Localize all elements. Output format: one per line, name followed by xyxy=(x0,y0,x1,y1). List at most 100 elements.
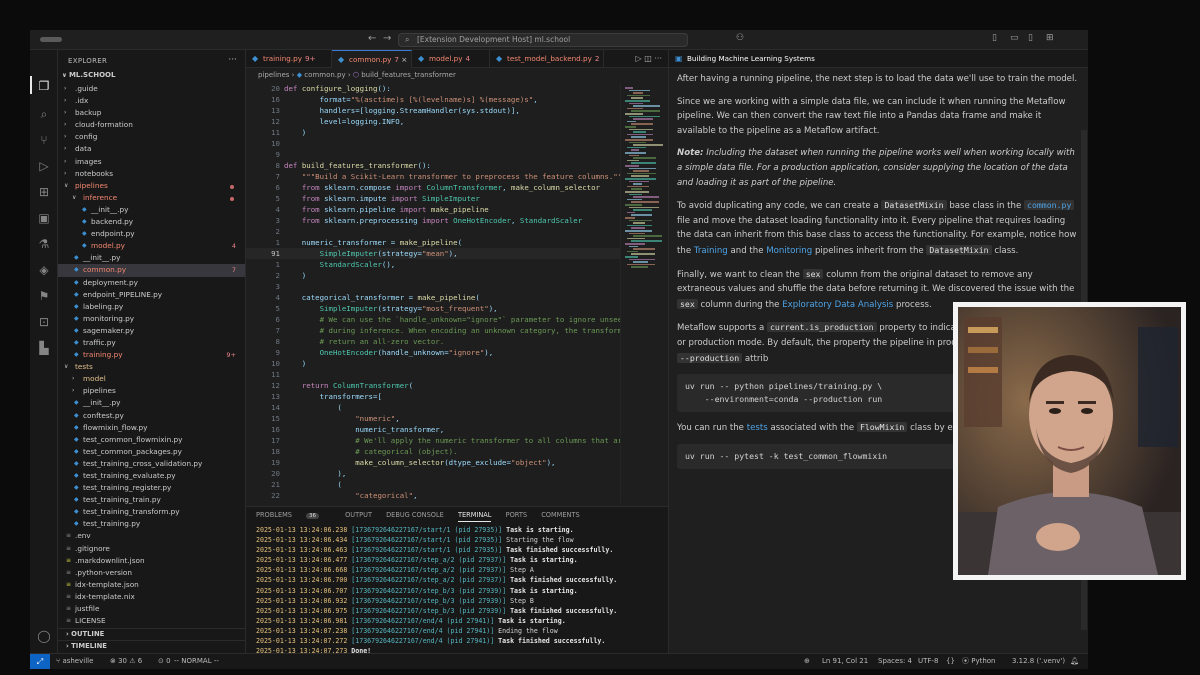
search-icon[interactable]: ⌕ xyxy=(36,106,52,122)
tab-terminal[interactable]: TERMINAL xyxy=(457,511,492,522)
file-item[interactable]: ◆ test_training_transform.py xyxy=(58,506,245,518)
code-line[interactable]: 4 from sklearn.pipeline import make_pipe… xyxy=(246,204,646,215)
notifications-icon[interactable]: 🔔︎ xyxy=(1070,654,1079,669)
explorer-icon[interactable]: ❐ xyxy=(36,78,52,94)
toggle-sidebar-icon[interactable]: ▯ xyxy=(992,33,997,43)
outline-section[interactable]: › OUTLINE xyxy=(58,628,245,640)
toggle-secondary-sidebar-icon[interactable]: ▯ xyxy=(1028,33,1033,43)
code-line[interactable]: 2 xyxy=(246,226,646,237)
problems-indicator[interactable]: ⊗ 30 ⚠ 6 xyxy=(110,654,142,669)
tab-test-model-backend[interactable]: ◆ test_model_backend.py 2 xyxy=(490,50,604,68)
file-item[interactable]: ≡ .python-version xyxy=(58,567,245,579)
file-item[interactable]: ≡ LICENSE xyxy=(58,615,245,627)
code-line[interactable]: 8 # return an all-zero vector. xyxy=(246,336,646,347)
more-icon[interactable]: ··· xyxy=(654,54,662,63)
code-line[interactable]: 16 format="%(asctime)s [%(levelname)s] %… xyxy=(246,94,646,105)
workspace-root[interactable]: ∨ ML.SCHOOL xyxy=(62,71,115,79)
database-icon[interactable]: ▙ xyxy=(36,340,52,356)
file-item[interactable]: ◆ __init__.py xyxy=(58,397,245,409)
code-line[interactable]: 6 from sklearn.compose import ColumnTran… xyxy=(246,182,646,193)
ports-indicator[interactable]: ⊙ 0 xyxy=(158,654,171,669)
code-line[interactable]: 2 ) xyxy=(246,270,646,281)
remote-indicator-icon[interactable]: ⤢ xyxy=(30,654,50,669)
code-line[interactable]: 11 ) xyxy=(246,127,646,138)
file-item[interactable]: ◆ __init__.py xyxy=(58,204,245,216)
code-line[interactable]: 91 SimpleImputer(strategy="mean"), xyxy=(246,248,646,259)
docker-icon[interactable]: ◈ xyxy=(36,262,52,278)
file-item[interactable]: ◆ deployment.py xyxy=(58,277,245,289)
file-item[interactable]: ◆ test_common_packages.py xyxy=(58,446,245,458)
toggle-panel-icon[interactable]: ▭ xyxy=(1010,33,1019,43)
python-interpreter[interactable]: 3.12.8 ('.venv') xyxy=(1012,654,1065,669)
cursor-position[interactable]: Ln 91, Col 21 xyxy=(822,654,868,669)
source-control-icon[interactable]: ⑂ xyxy=(36,132,52,148)
folder-item[interactable]: › .guide xyxy=(58,83,245,95)
code-line[interactable]: 19 make_column_selector(dtype_exclude="o… xyxy=(246,457,646,468)
command-center[interactable]: ⌕ [Extension Development Host] ml.school xyxy=(398,33,688,47)
code-area[interactable]: 20 def configure_logging(): 16 format="%(a… xyxy=(246,83,646,501)
code-line[interactable]: 8 def build_features_transformer(): xyxy=(246,160,646,171)
tab-ports[interactable]: PORTS xyxy=(506,511,527,519)
file-item[interactable]: ◆ training.py 9+ xyxy=(58,349,245,361)
code-line[interactable]: 14 ( xyxy=(246,402,646,413)
code-line[interactable]: 13 handlers=[logging.StreamHandler(sys.s… xyxy=(246,105,646,116)
link-eda[interactable]: Exploratory Data Analysis xyxy=(782,300,893,310)
tab-training[interactable]: ◆ training.py 9+ xyxy=(246,50,332,68)
code-line[interactable]: 10 xyxy=(246,138,646,149)
file-item[interactable]: ◆ endpoint.py xyxy=(58,228,245,240)
run-debug-icon[interactable]: ▷ xyxy=(36,158,52,174)
file-item[interactable]: ◆ endpoint_PIPELINE.py xyxy=(58,289,245,301)
bookmark-icon[interactable]: ⚑ xyxy=(36,288,52,304)
code-line[interactable]: 7 # during inference. When encoding an u… xyxy=(246,325,646,336)
close-tab-icon[interactable]: × xyxy=(401,55,407,64)
timeline-section[interactable]: › TIMELINE xyxy=(58,640,245,652)
code-line[interactable]: 10 ) xyxy=(246,358,646,369)
code-line[interactable]: 7 """Build a Scikit-Learn transformer to… xyxy=(246,171,646,182)
folder-item[interactable]: ∨ inference xyxy=(58,192,245,204)
breadcrumb-file[interactable]: common.py xyxy=(304,71,345,79)
back-arrow-icon[interactable]: ← xyxy=(368,33,376,44)
code-line[interactable]: 12 level=logging.INFO, xyxy=(246,116,646,127)
breadcrumb-symbol[interactable]: build_features_transformer xyxy=(361,71,456,79)
link-monitoring[interactable]: Monitoring xyxy=(766,246,812,256)
code-line[interactable]: 20 ), xyxy=(246,468,646,479)
zoom-icon[interactable]: ⊕ xyxy=(804,654,810,669)
code-line[interactable]: 15 "numeric", xyxy=(246,413,646,424)
encoding[interactable]: UTF-8 xyxy=(918,654,938,669)
code-line[interactable]: 9 xyxy=(246,149,646,160)
file-item[interactable]: ◆ test_training.py xyxy=(58,518,245,530)
code-line[interactable]: 5 SimpleImputer(strategy="most_frequent"… xyxy=(246,303,646,314)
file-item[interactable]: ◆ test_training_cross_validation.py xyxy=(58,458,245,470)
file-item[interactable]: ≡ .gitignore xyxy=(58,543,245,555)
tab-output[interactable]: OUTPUT xyxy=(345,511,372,519)
minimap[interactable] xyxy=(620,83,668,503)
indentation[interactable]: Spaces: 4 xyxy=(878,654,912,669)
line-ending-icon[interactable]: {} xyxy=(946,654,955,669)
file-item[interactable]: ≡ justfile xyxy=(58,603,245,615)
more-actions-icon[interactable]: ··· xyxy=(228,55,237,65)
code-line[interactable]: 3 from sklearn.preprocessing import OneH… xyxy=(246,215,646,226)
window-controls[interactable] xyxy=(40,37,62,42)
file-item[interactable]: ◆ __init__.py xyxy=(58,252,245,264)
folder-item[interactable]: › cloud-formation xyxy=(58,119,245,131)
file-item[interactable]: ◆ traffic.py xyxy=(58,337,245,349)
link-tests[interactable]: tests xyxy=(747,423,768,433)
code-line[interactable]: 1 numeric_transformer = make_pipeline( xyxy=(246,237,646,248)
file-item[interactable]: ◆ flowmixin_flow.py xyxy=(58,422,245,434)
file-item[interactable]: ◆ sagemaker.py xyxy=(58,325,245,337)
file-item[interactable]: ◆ test_training_evaluate.py xyxy=(58,470,245,482)
git-graph-icon[interactable]: ⊡ xyxy=(36,314,52,330)
code-line[interactable]: 4 categorical_transformer = make_pipelin… xyxy=(246,292,646,303)
folder-item[interactable]: › model xyxy=(58,373,245,385)
file-item[interactable]: ◆ test_training_train.py xyxy=(58,494,245,506)
extensions-icon[interactable]: ⊞ xyxy=(36,184,52,200)
file-item[interactable]: ◆ model.py 4 xyxy=(58,240,245,252)
code-line[interactable]: 5 from sklearn.impute import SimpleImput… xyxy=(246,193,646,204)
copilot-icon[interactable]: ⚇ xyxy=(736,33,744,43)
file-item[interactable]: ◆ labeling.py xyxy=(58,301,245,313)
code-line[interactable]: 3 xyxy=(246,281,646,292)
code-line[interactable]: 9 OneHotEncoder(handle_unknown="ignore")… xyxy=(246,347,646,358)
remote-explorer-icon[interactable]: ▣ xyxy=(36,210,52,226)
code-line[interactable]: 20 def configure_logging(): xyxy=(246,83,646,94)
terminal-output[interactable]: 2025-01-13 13:24:06.238 [173679264622716… xyxy=(256,525,666,666)
